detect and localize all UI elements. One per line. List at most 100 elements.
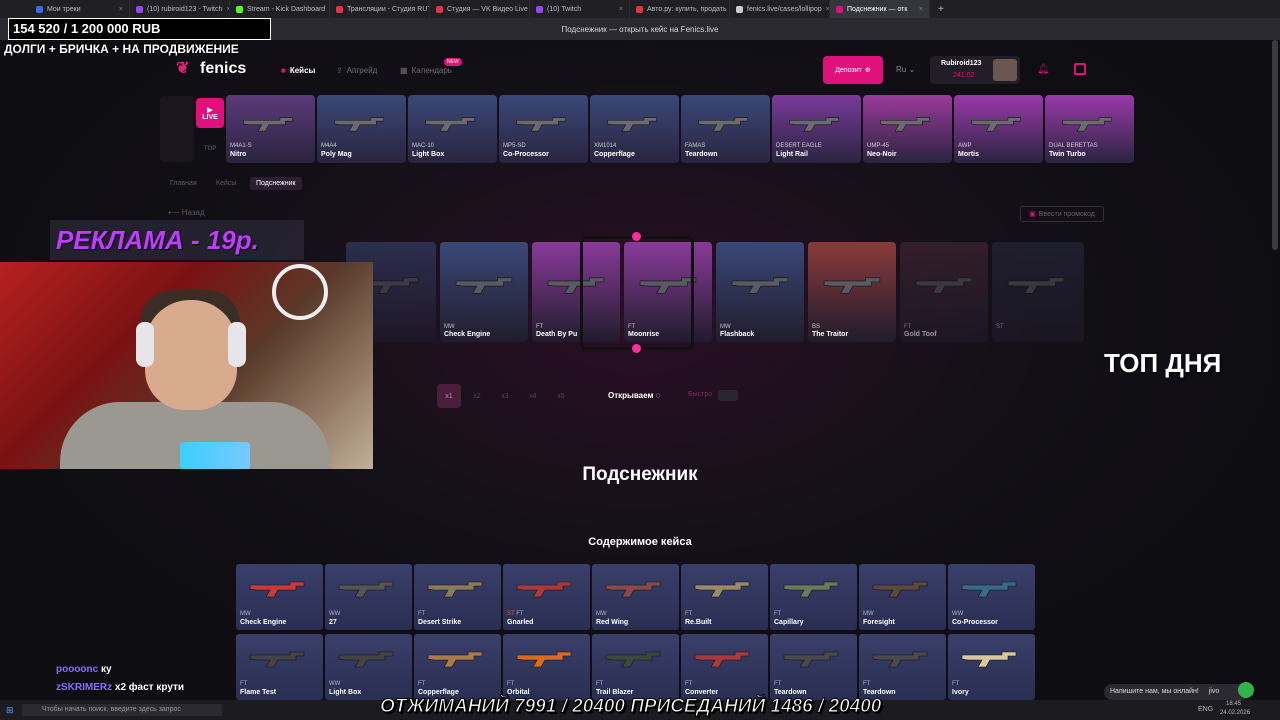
case-item-card[interactable]: MW Foresight <box>859 564 946 630</box>
tab-close-icon[interactable]: × <box>619 6 623 13</box>
case-item-quality: MW <box>240 611 251 617</box>
live-drop-card[interactable]: DUAL BERETTAS Twin Turbo <box>1045 95 1134 163</box>
page-scrollbar[interactable] <box>1272 40 1278 250</box>
case-item-quality-value: FT <box>418 611 426 617</box>
roulette-item: ST <box>992 242 1084 342</box>
live-drop-card[interactable]: M4A1-S Nitro <box>226 95 315 163</box>
browser-tab[interactable]: (10) rubiroid123 - Twitch× <box>130 0 230 18</box>
browser-tab[interactable]: Stream - Kick Dashboard× <box>230 0 330 18</box>
live-drop-weapon: FAMAS <box>685 143 706 149</box>
nav-cases[interactable]: ■ Кейсы <box>281 66 315 75</box>
case-item-name: 27 <box>329 619 337 626</box>
browser-tab[interactable]: Трансляции - Студия RUTUBE× <box>330 0 430 18</box>
multiplier-button[interactable]: x2 <box>465 384 489 408</box>
windows-start-icon[interactable]: ⊞ <box>6 705 14 716</box>
case-item-name: Co-Processor <box>952 619 998 626</box>
tab-favicon-icon <box>536 5 543 13</box>
nav-upgrade[interactable]: ⇪ Апгрейд <box>336 66 377 75</box>
case-item-card[interactable]: ST FT Gnarled <box>503 564 590 630</box>
case-item-card[interactable]: FT Teardown <box>859 634 946 700</box>
breadcrumb-home[interactable]: Главная <box>170 180 197 187</box>
live-drop-name: Light Box <box>412 151 445 158</box>
tab-close-icon[interactable]: × <box>919 6 923 13</box>
roulette-top-pointer <box>632 232 641 241</box>
case-item-quality: FT <box>774 681 781 687</box>
browser-tab[interactable]: Мои треки × <box>30 0 130 18</box>
case-item-card[interactable]: FT Flame Test <box>236 634 323 700</box>
fast-mode-toggle[interactable] <box>718 390 738 401</box>
taskbar-search-input[interactable]: Чтобы начать поиск, введите здесь запрос <box>22 704 222 716</box>
roulette-item-quality: ST <box>996 324 1004 330</box>
multiplier-button[interactable]: x3 <box>493 384 517 408</box>
live-drop-card[interactable]: XM1014 Copperflage <box>590 95 679 163</box>
deposit-button[interactable]: Депозит ⊕ <box>823 56 883 84</box>
stattrak-icon: ST <box>507 611 517 617</box>
case-item-card[interactable]: FT Trail Blazer <box>592 634 679 700</box>
live-drop-card[interactable]: FAMAS Teardown <box>681 95 770 163</box>
case-item-quality-value: FT <box>952 681 960 687</box>
new-tab-icon[interactable]: + <box>930 4 952 15</box>
case-item-card[interactable]: FT Converter <box>681 634 768 700</box>
taskbar-time: 18:45 <box>1226 701 1242 707</box>
case-item-card[interactable]: FT Desert Strike <box>414 564 501 630</box>
breadcrumb-cases[interactable]: Кейсы <box>216 180 236 187</box>
promo-code-button[interactable]: ▣ Ввести промокод <box>1020 206 1104 222</box>
weapon-image-icon <box>875 113 937 133</box>
live-drop-card[interactable]: M4A4 Poly Mag <box>317 95 406 163</box>
live-drop-name: Twin Turbo <box>1049 151 1086 158</box>
weapon-image-icon <box>420 113 482 133</box>
back-link[interactable]: ⟵ Назад <box>168 208 205 217</box>
live-drop-weapon: DUAL BERETTAS <box>1049 143 1098 149</box>
case-item-quality: MW <box>596 611 607 617</box>
multiplier-button[interactable]: x4 <box>521 384 545 408</box>
multiplier-button[interactable]: x5 <box>549 384 573 408</box>
site-logo[interactable]: ❦ fenics <box>176 60 246 78</box>
gift-icon: ▣ <box>1029 211 1036 218</box>
case-item-card[interactable]: WW 27 <box>325 564 412 630</box>
case-item-name: Copperflage <box>418 689 459 696</box>
keyboard-language[interactable]: ENG <box>1198 706 1213 713</box>
live-drop-card[interactable]: MAC-10 Light Box <box>408 95 497 163</box>
case-item-card[interactable]: FT Ivory <box>948 634 1035 700</box>
live-drop-name: Co-Processor <box>503 151 549 158</box>
browser-tab[interactable]: Подснежник — отк × <box>830 0 930 18</box>
case-item-quality-value: FT <box>418 681 426 687</box>
live-drop-card[interactable]: AWP Mortis <box>954 95 1043 163</box>
case-item-card[interactable]: WW Co-Processor <box>948 564 1035 630</box>
case-item-card[interactable]: MW Check Engine <box>236 564 323 630</box>
browser-tab[interactable]: Авто.ру: купить, продать× <box>630 0 730 18</box>
browser-tab[interactable]: (10) Twitch × <box>530 0 630 18</box>
user-balance: 241.02 <box>953 72 975 79</box>
language-select[interactable]: Ru ⌄ <box>896 65 915 74</box>
weapon-image-icon <box>693 646 753 670</box>
jivo-chat-widget[interactable]: Напишите нам, мы онлайн! jivo <box>1104 684 1250 700</box>
jivo-label: Напишите нам, мы онлайн! <box>1110 688 1199 695</box>
case-item-card[interactable]: FT Copperflage <box>414 634 501 700</box>
calendar-icon: ▦ <box>400 66 408 75</box>
tab-close-icon[interactable]: × <box>119 6 123 13</box>
case-item-card[interactable]: FT Re.Built <box>681 564 768 630</box>
case-item-card[interactable]: FT Teardown <box>770 634 857 700</box>
case-item-name: Check Engine <box>240 619 287 626</box>
live-drop-card[interactable]: DESERT EAGLE Light Rail <box>772 95 861 163</box>
bell-icon[interactable]: 🔔︎ <box>1037 64 1050 75</box>
browser-tab[interactable]: Студия — VK Видео Live× <box>430 0 530 18</box>
case-item-card[interactable]: WW Light Box <box>325 634 412 700</box>
case-item-quality: MW <box>863 611 874 617</box>
roulette-item-name: Flashback <box>720 331 755 338</box>
wallet-icon[interactable] <box>1074 63 1086 75</box>
browser-tab[interactable]: fenics.live/cases/lollipop × <box>730 0 830 18</box>
case-item-card[interactable]: FT Orbital <box>503 634 590 700</box>
nav-calendar[interactable]: ▦ Календарь <box>400 66 452 75</box>
case-item-card[interactable]: FT Capillary <box>770 564 857 630</box>
multiplier-button[interactable]: x1 <box>437 384 461 408</box>
case-item-name: Re.Built <box>685 619 712 626</box>
fenics-logo-icon: ❦ <box>176 60 190 77</box>
browser-window-icon[interactable] <box>0 0 30 18</box>
live-drop-card[interactable]: MP5-SD Co-Processor <box>499 95 588 163</box>
chat-text: ку <box>101 664 112 675</box>
live-drop-card[interactable]: UMP-45 Neo-Noir <box>863 95 952 163</box>
avatar[interactable] <box>993 59 1017 81</box>
case-item-card[interactable]: MW Red Wing <box>592 564 679 630</box>
case-item-quality-value: FT <box>507 681 515 687</box>
